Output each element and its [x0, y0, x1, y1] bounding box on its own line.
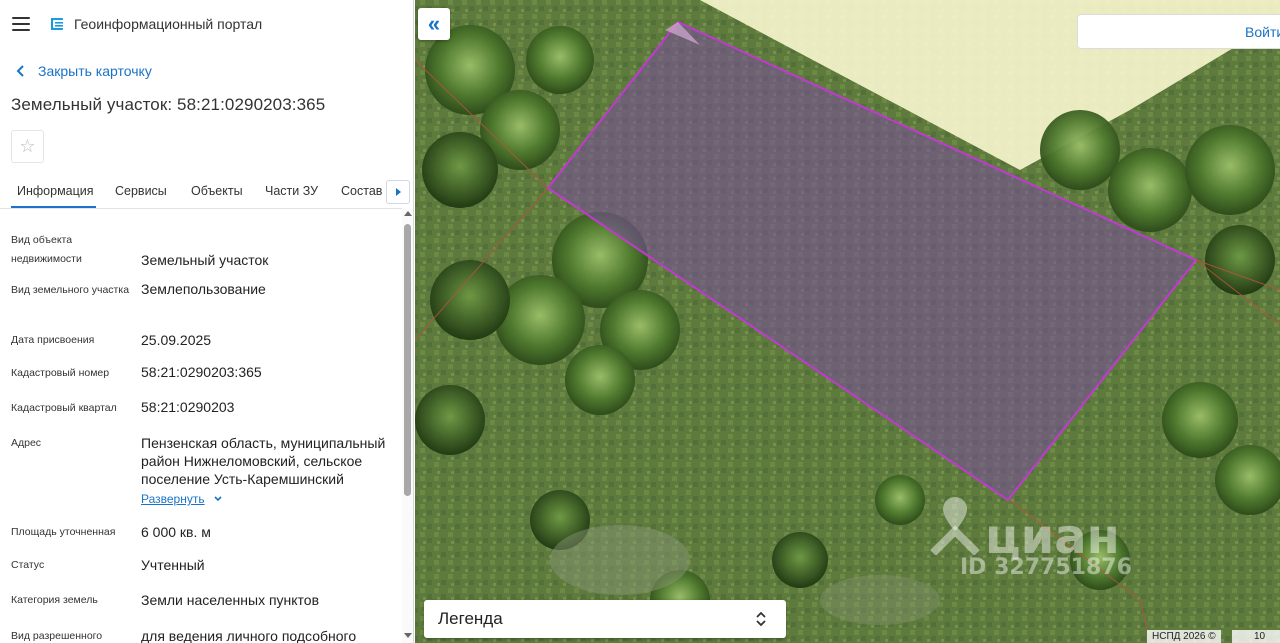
- legend-label: Легенда: [438, 609, 503, 628]
- tabs-scroll-right-button[interactable]: [386, 180, 410, 204]
- close-card-link[interactable]: Закрыть карточку: [12, 62, 152, 80]
- info-label: Вид земельного участка: [11, 284, 130, 296]
- login-button[interactable]: Войти: [1077, 14, 1280, 49]
- info-label: Категория земель: [11, 594, 98, 606]
- info-value: 58:21:0290203:365: [141, 364, 262, 380]
- expand-address-link[interactable]: Развернуть: [141, 492, 223, 506]
- expand-label: Развернуть: [141, 492, 205, 506]
- double-chevron-left-icon: «: [427, 11, 441, 36]
- panel-header: Геоинформационный портал: [0, 0, 413, 48]
- info-value: Земли населенных пунктов: [141, 592, 320, 608]
- info-panel: Геоинформационный портал Закрыть карточк…: [0, 0, 414, 643]
- info-value: 25.09.2025: [141, 332, 212, 348]
- portal-title: Геоинформационный портал: [74, 16, 263, 32]
- info-value: 58:21:0290203: [141, 399, 235, 415]
- info-label: Кадастровый номер: [11, 367, 110, 379]
- info-value: 6 000 кв. м: [141, 524, 211, 540]
- tab-objects[interactable]: Объекты: [191, 184, 243, 198]
- info-label: Дата присвоения: [11, 334, 95, 346]
- info-label: Адрес: [11, 437, 42, 449]
- location-pin-icon: [930, 497, 980, 555]
- hamburger-menu-icon[interactable]: [12, 17, 30, 31]
- info-value: Пензенская область, муниципальный район …: [141, 435, 386, 487]
- info-value: Землепользование: [141, 281, 266, 297]
- info-list: Вид объекта недвижимости Земельный участ…: [0, 209, 402, 643]
- info-value: для ведения личного подсобного: [141, 628, 357, 643]
- card-tabs: Информация Сервисы Объекты Части ЗУ Сост…: [0, 178, 413, 208]
- chevron-down-icon: [214, 496, 222, 502]
- collapse-panel-button[interactable]: «: [418, 8, 450, 40]
- sort-updown-icon: [756, 611, 766, 627]
- card-title: Земельный участок: 58:21:0290203:365: [11, 95, 326, 114]
- scroll-down-arrow-icon[interactable]: [404, 633, 412, 638]
- watermark-id: ID 327751876: [960, 555, 1132, 580]
- favorite-button[interactable]: ☆: [11, 130, 44, 163]
- info-label: Вид объекта недвижимости: [11, 234, 82, 265]
- info-value: Учтенный: [141, 557, 205, 573]
- scroll-up-arrow-icon[interactable]: [404, 211, 412, 216]
- login-label: Войти: [1245, 24, 1280, 40]
- info-label: Статус: [11, 559, 45, 571]
- legend-dropdown[interactable]: Легенда: [424, 600, 786, 638]
- caret-right-icon: [395, 188, 401, 196]
- satellite-imagery: [415, 0, 1280, 643]
- close-card-label: Закрыть карточку: [38, 63, 152, 79]
- scrollbar-thumb[interactable]: [404, 224, 411, 496]
- info-value: Земельный участок: [141, 252, 269, 268]
- info-label: Вид разрешенного: [11, 630, 103, 642]
- map-copyright: НСПД 2026 ©: [1147, 630, 1221, 643]
- tab-services[interactable]: Сервисы: [115, 184, 167, 198]
- star-outline-icon: ☆: [19, 136, 36, 156]
- tab-parts[interactable]: Части ЗУ: [265, 184, 318, 198]
- info-label: Площадь уточненная: [11, 526, 116, 538]
- chevron-left-icon: [16, 65, 24, 77]
- info-label: Кадастровый квартал: [11, 402, 117, 414]
- tab-composition[interactable]: Состав: [341, 184, 382, 198]
- tab-information[interactable]: Информация: [17, 184, 94, 198]
- portal-logo-icon: [51, 18, 63, 30]
- map-scale: 10: [1232, 630, 1280, 643]
- map-view[interactable]: [415, 0, 1280, 643]
